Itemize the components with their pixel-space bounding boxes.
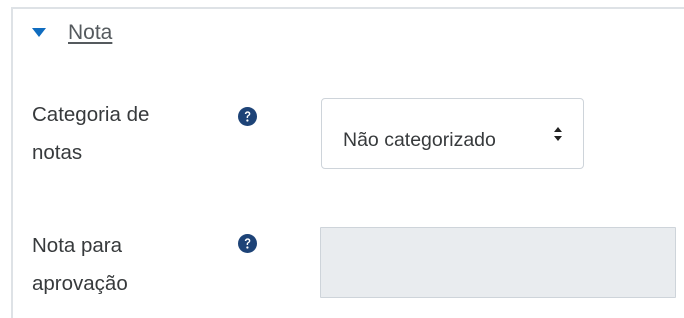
grade-to-pass-input: [320, 227, 676, 298]
grade-to-pass-label-line2: aprovação: [32, 272, 128, 295]
sort-arrows-icon: [554, 127, 562, 141]
section-title[interactable]: Nota: [68, 21, 112, 45]
question-circle-icon[interactable]: [238, 234, 257, 253]
section-header-nota[interactable]: Nota: [32, 18, 112, 48]
question-circle-icon[interactable]: [238, 107, 257, 126]
grade-category-selected-value: Não categorizado: [343, 129, 496, 151]
grade-category-select[interactable]: Não categorizado: [321, 98, 584, 169]
grade-to-pass-label-line1: Nota para: [32, 234, 123, 257]
grade-category-label-line2: notas: [32, 141, 83, 164]
caret-down-icon: [32, 28, 46, 37]
grade-category-label-line1: Categoria de: [32, 103, 150, 126]
grade-category-label: Categoria de notas: [32, 96, 149, 172]
grade-to-pass-label: Nota para aprovação: [32, 227, 128, 303]
